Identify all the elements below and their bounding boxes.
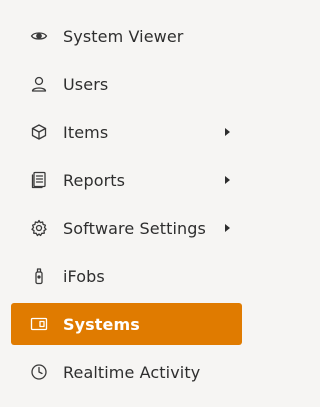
clock-icon	[30, 363, 48, 381]
eye-icon	[30, 27, 48, 45]
sidebar-item-label: Software Settings	[63, 218, 206, 238]
chevron-right-icon	[225, 224, 230, 232]
sidebar-item-systems[interactable]: Systems	[11, 303, 242, 345]
sidebar-item-software-settings[interactable]: Software Settings	[11, 207, 242, 249]
sidebar-item-label: iFobs	[63, 266, 105, 286]
sidebar-item-reports[interactable]: Reports	[11, 159, 242, 201]
document-icon	[30, 171, 48, 189]
sidebar-item-realtime-activity[interactable]: Realtime Activity	[11, 351, 242, 393]
chevron-right-icon	[225, 176, 230, 184]
sidebar-item-label: Users	[63, 74, 109, 94]
sidebar-item-label: Reports	[63, 170, 126, 190]
fob-icon	[30, 267, 48, 285]
sidebar-item-label: Systems	[63, 314, 140, 334]
sidebar-item-users[interactable]: Users	[11, 63, 242, 105]
sidebar-item-label: Items	[63, 122, 109, 142]
sidebar-item-label: Realtime Activity	[63, 362, 201, 382]
user-icon	[30, 75, 48, 93]
panel-icon	[30, 315, 48, 333]
sidebar-menu: System Viewer Users Items Reports Softwa…	[0, 0, 252, 407]
sidebar-item-items[interactable]: Items	[11, 111, 242, 153]
sidebar-item-label: System Viewer	[63, 26, 184, 46]
gear-icon	[30, 219, 48, 237]
sidebar-item-system-viewer[interactable]: System Viewer	[11, 15, 242, 57]
sidebar-item-ifobs[interactable]: iFobs	[11, 255, 242, 297]
cube-icon	[30, 123, 48, 141]
chevron-right-icon	[225, 128, 230, 136]
